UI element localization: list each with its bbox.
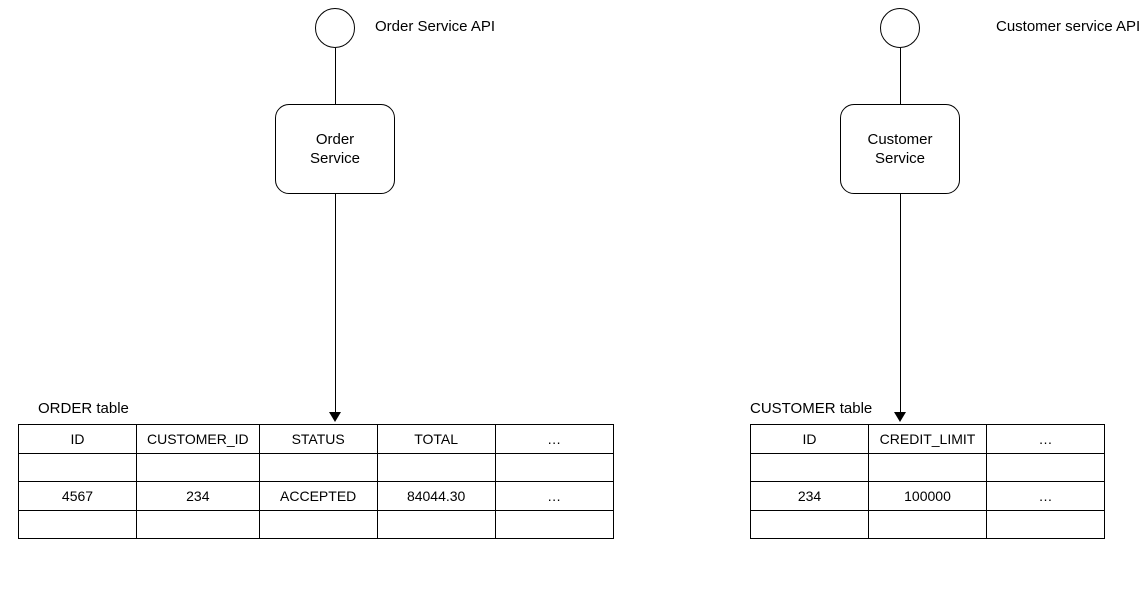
customer-api-label: Customer service API xyxy=(996,18,1140,35)
table-row: 234 100000 … xyxy=(751,482,1105,511)
customer-service-to-table-line xyxy=(900,194,901,412)
customer-service-box: Customer Service xyxy=(840,104,960,194)
customer-table: ID CREDIT_LIMIT … 234 100000 … xyxy=(750,424,1105,539)
order-api-lollipop-icon xyxy=(315,8,355,48)
customer-cell-id: 234 xyxy=(751,482,869,511)
customer-api-connector xyxy=(900,48,901,104)
customer-cell-credit-limit: 100000 xyxy=(869,482,987,511)
table-header-row: ID CUSTOMER_ID STATUS TOTAL … xyxy=(19,425,614,454)
order-header-more: … xyxy=(495,425,613,454)
order-header-total: TOTAL xyxy=(377,425,495,454)
order-api-label: Order Service API xyxy=(375,18,495,35)
table-row xyxy=(19,511,614,539)
customer-table-title: CUSTOMER table xyxy=(750,400,872,417)
table-row xyxy=(751,454,1105,482)
order-service-to-table-arrowhead xyxy=(329,412,341,422)
customer-service-to-table-arrowhead xyxy=(894,412,906,422)
order-service-to-table-line xyxy=(335,194,336,412)
table-header-row: ID CREDIT_LIMIT … xyxy=(751,425,1105,454)
order-table-title: ORDER table xyxy=(38,400,129,417)
order-cell-id: 4567 xyxy=(19,482,137,511)
customer-header-credit-limit: CREDIT_LIMIT xyxy=(869,425,987,454)
order-table: ID CUSTOMER_ID STATUS TOTAL … 4567 234 A… xyxy=(18,424,614,539)
order-api-connector xyxy=(335,48,336,104)
order-header-customer-id: CUSTOMER_ID xyxy=(137,425,260,454)
order-cell-customer-id: 234 xyxy=(137,482,260,511)
customer-api-lollipop-icon xyxy=(880,8,920,48)
order-cell-total: 84044.30 xyxy=(377,482,495,511)
order-header-status: STATUS xyxy=(259,425,377,454)
customer-header-more: … xyxy=(987,425,1105,454)
table-row xyxy=(19,454,614,482)
order-service-box: Order Service xyxy=(275,104,395,194)
order-header-id: ID xyxy=(19,425,137,454)
order-cell-more: … xyxy=(495,482,613,511)
order-cell-status: ACCEPTED xyxy=(259,482,377,511)
customer-header-id: ID xyxy=(751,425,869,454)
customer-cell-more: … xyxy=(987,482,1105,511)
table-row xyxy=(751,511,1105,539)
table-row: 4567 234 ACCEPTED 84044.30 … xyxy=(19,482,614,511)
